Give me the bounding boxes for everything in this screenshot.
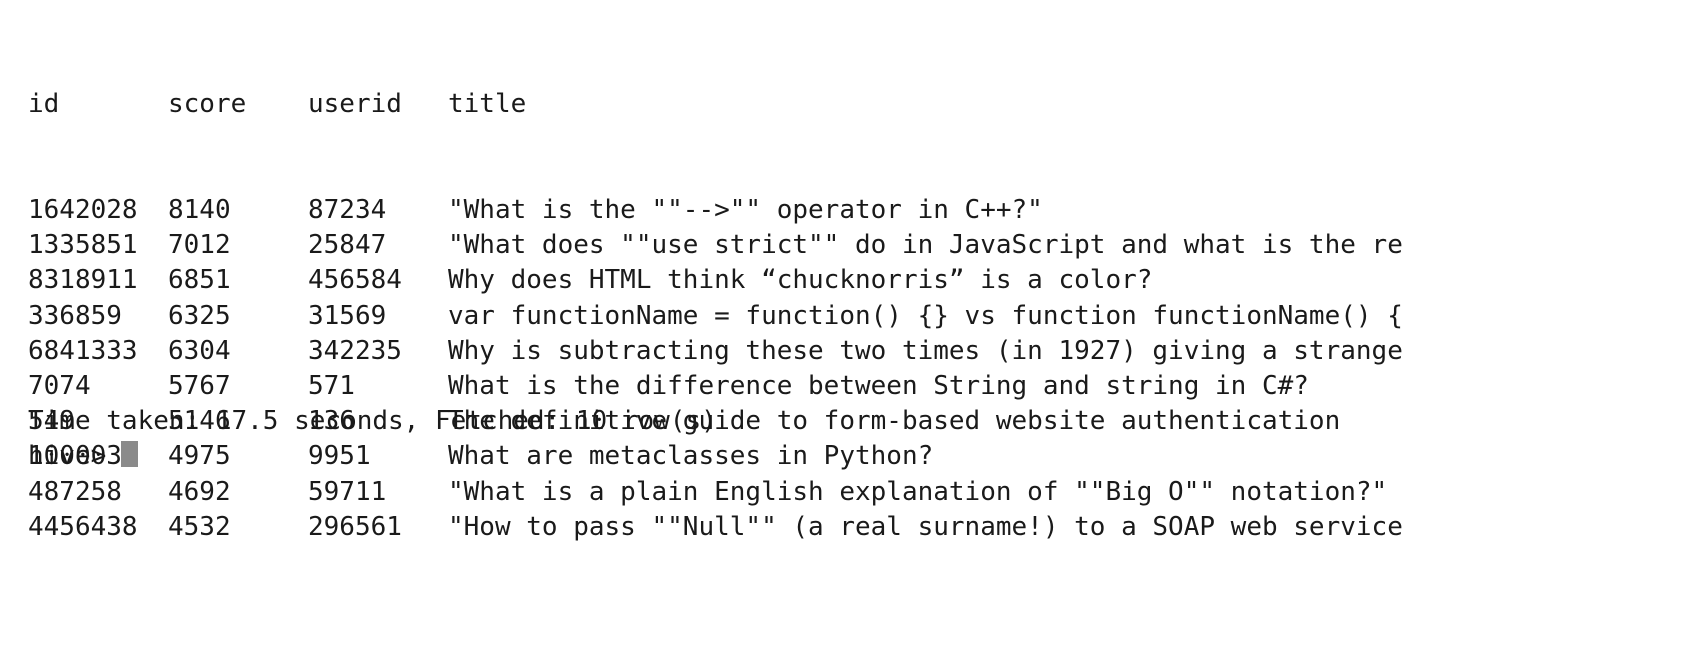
column-header-title: title [448,89,527,120]
text-cursor [121,440,139,467]
cell-score: 7012 [168,230,231,261]
cell-userid: 31569 [308,300,387,331]
cell-id: 336859 [28,300,122,331]
cell-score: 4692 [168,476,231,507]
cell-title: Why is subtracting these two times (in 1… [448,335,1403,366]
cell-userid: 571 [308,370,355,401]
column-header-userid: userid [308,89,402,120]
cell-score: 6851 [168,265,231,296]
query-result-table: id score userid title 1642028 8140 87234 "W… [28,17,1510,615]
table-row: 1642028 8140 87234 "What is the ""-->"" ope… [28,193,1510,228]
cell-userid: 296561 [308,511,402,542]
cell-id: 8318911 [28,265,138,296]
cell-score: 6325 [168,300,231,331]
table-body: 1642028 8140 87234 "What is the ""-->"" ope… [28,193,1510,545]
cell-score: 4532 [168,511,231,542]
cell-score: 5767 [168,370,231,401]
cell-userid: 59711 [308,476,387,507]
cell-title: Why does HTML think “chucknorris” is a c… [448,265,1153,296]
cell-id: 7074 [28,370,91,401]
cell-title: "What does ""use strict"" do in JavaScri… [448,230,1403,261]
cell-userid: 456584 [308,265,402,296]
cell-userid: 87234 [308,195,387,225]
cell-score: 6304 [168,335,231,366]
cell-userid: 9951 [308,441,371,472]
cell-id: 1642028 [28,195,138,225]
table-row: 6841333 6304 342235 Why is subtracting thes… [28,334,1510,369]
status-line: Time taken: 17.5 seconds, Fetched: 10 ro… [28,406,717,436]
cell-score: 4975 [168,441,231,472]
cell-title: "What is the ""-->"" operator in C++?" [448,195,1043,225]
cell-title: "What is a plain English explanation of … [448,476,1388,507]
column-header-score: score [168,89,247,120]
table-row: 8318911 6851 456584 Why does HTML think “ch… [28,263,1510,298]
table-row: 1335851 7012 25847 "What does ""use strict"… [28,228,1510,263]
table-row: 336859 6325 31569 var functionName = functi… [28,299,1510,334]
cell-title: "How to pass ""Null"" (a real surname!) … [448,511,1403,542]
table-row: 7074 5767 571 What is the difference betwee… [28,369,1510,404]
table-row: 487258 4692 59711 "What is a plain English … [28,475,1510,510]
command-prompt[interactable]: hive> [28,439,139,474]
cell-title: What are metaclasses in Python? [448,441,934,472]
terminal-window[interactable]: id score userid title 1642028 8140 87234 "W… [0,0,1690,666]
cell-id: 487258 [28,476,122,507]
prompt-label: hive> [28,441,107,471]
table-row: 100003 4975 9951 What are metaclasses in Py… [28,439,1510,474]
cell-id: 6841333 [28,335,138,366]
column-header-id: id [28,89,60,120]
cell-title: What is the difference between String an… [448,370,1309,401]
table-header-row: id score userid title [28,87,1510,122]
cell-id: 1335851 [28,230,138,261]
table-row: 4456438 4532 296561 "How to pass ""Null"" (… [28,510,1510,545]
cell-userid: 25847 [308,230,387,261]
cell-title: var functionName = function() {} vs func… [448,300,1403,331]
cell-score: 8140 [168,195,231,225]
cell-id: 4456438 [28,511,138,542]
cell-userid: 342235 [308,335,402,366]
